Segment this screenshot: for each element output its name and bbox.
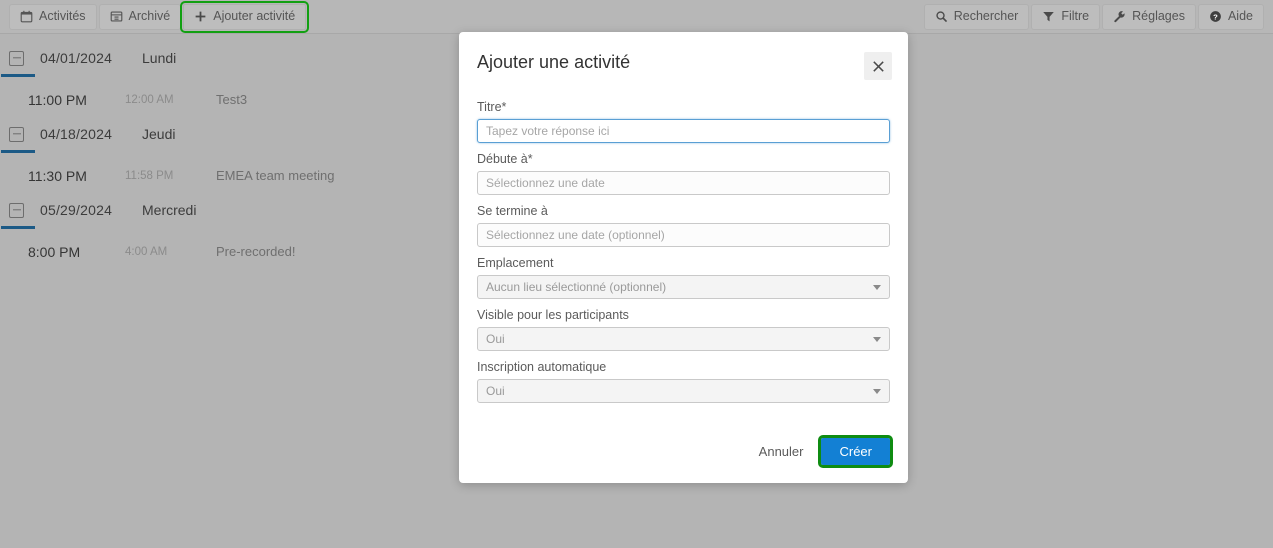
starts-at-input[interactable] — [477, 171, 890, 195]
field-auto-registration: Inscription automatique Oui — [477, 360, 890, 403]
visible-to-participants-select[interactable]: Oui — [477, 327, 890, 351]
location-select[interactable]: Aucun lieu sélectionné (optionnel) — [477, 275, 890, 299]
close-icon[interactable] — [864, 52, 892, 80]
app-root: Activités Archivé Ajouter activité Reche… — [0, 0, 1273, 548]
auto-registration-select-value: Oui — [486, 384, 505, 398]
modal-title: Ajouter une activité — [477, 52, 631, 72]
field-visible-label: Visible pour les participants — [477, 308, 629, 322]
ends-at-input[interactable] — [477, 223, 890, 247]
add-activity-form: Titre* Débute à* Se termine à Emplacemen… — [477, 80, 890, 403]
field-starts-at: Débute à* — [477, 152, 890, 195]
field-location: Emplacement Aucun lieu sélectionné (opti… — [477, 256, 890, 299]
visible-select-value: Oui — [486, 332, 505, 346]
cancel-button[interactable]: Annuler — [757, 440, 806, 463]
title-input[interactable] — [477, 119, 890, 143]
create-button[interactable]: Créer — [818, 435, 893, 468]
close-glyph — [872, 60, 884, 72]
field-auto-registration-label: Inscription automatique — [477, 360, 607, 374]
modal-footer: Annuler Créer — [757, 435, 893, 468]
field-title-label: Titre* — [477, 100, 507, 114]
chevron-down-icon — [873, 284, 881, 290]
modal-header: Ajouter une activité — [477, 32, 892, 80]
field-visible-to-participants: Visible pour les participants Oui — [477, 308, 890, 351]
field-ends-at-label: Se termine à — [477, 204, 548, 218]
auto-registration-select[interactable]: Oui — [477, 379, 890, 403]
chevron-down-icon — [873, 336, 881, 342]
location-select-value: Aucun lieu sélectionné (optionnel) — [486, 280, 667, 294]
field-location-label: Emplacement — [477, 256, 554, 270]
field-title: Titre* — [477, 100, 890, 143]
field-starts-at-label: Débute à* — [477, 152, 533, 166]
field-ends-at: Se termine à — [477, 204, 890, 247]
add-activity-modal: Ajouter une activité Titre* Débute à* Se… — [459, 32, 908, 483]
chevron-down-icon — [873, 388, 881, 394]
